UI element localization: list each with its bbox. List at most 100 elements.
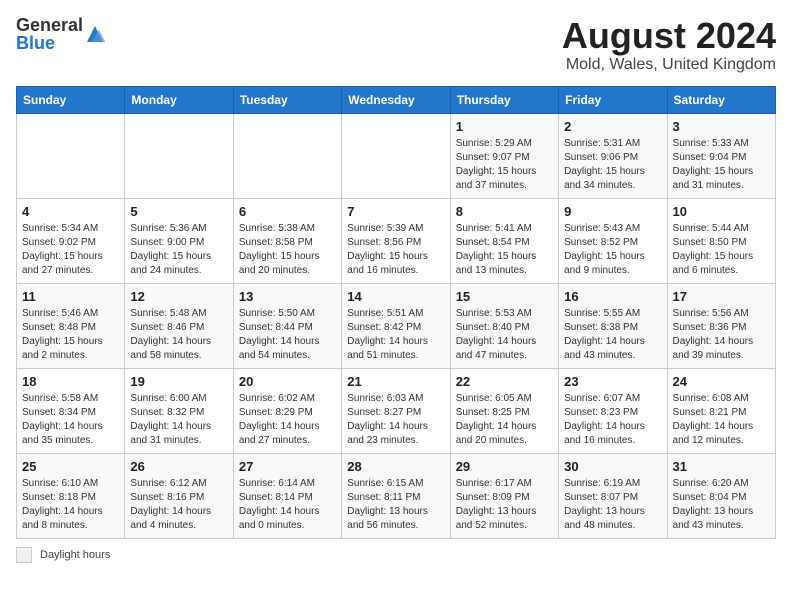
day-number: 24 [673, 374, 770, 389]
calendar-cell: 20 Sunrise: 6:02 AM Sunset: 8:29 PM Dayli… [233, 368, 341, 453]
day-number: 3 [673, 119, 770, 134]
calendar-cell: 28 Sunrise: 6:15 AM Sunset: 8:11 PM Dayli… [342, 453, 450, 538]
logo: General Blue [16, 16, 107, 52]
day-number: 25 [22, 459, 119, 474]
day-info: Sunrise: 5:56 AM Sunset: 8:36 PM Dayligh… [673, 307, 770, 363]
calendar-cell [125, 113, 233, 198]
legend-box [16, 547, 32, 563]
day-number: 31 [673, 459, 770, 474]
day-info: Sunrise: 6:05 AM Sunset: 8:25 PM Dayligh… [456, 392, 553, 448]
logo-icon [83, 22, 107, 46]
calendar-cell: 12 Sunrise: 5:48 AM Sunset: 8:46 PM Dayli… [125, 283, 233, 368]
day-number: 20 [239, 374, 336, 389]
calendar-cell: 7 Sunrise: 5:39 AM Sunset: 8:56 PM Daylig… [342, 198, 450, 283]
day-info: Sunrise: 5:58 AM Sunset: 8:34 PM Dayligh… [22, 392, 119, 448]
calendar-cell: 13Sunrise: 5:50 AM Sunset: 8:44 PM Dayli… [233, 283, 341, 368]
day-number: 29 [456, 459, 553, 474]
week-row-1: 1Sunrise: 5:29 AM Sunset: 9:07 PM Daylig… [17, 113, 776, 198]
day-number: 28 [347, 459, 444, 474]
day-number: 9 [564, 204, 661, 219]
calendar-cell: 24 Sunrise: 6:08 AM Sunset: 8:21 PM Dayli… [667, 368, 775, 453]
day-number: 6 [239, 204, 336, 219]
day-number: 18 [22, 374, 119, 389]
day-info: Sunrise: 5:53 AM Sunset: 8:40 PM Dayligh… [456, 307, 553, 363]
day-number: 21 [347, 374, 444, 389]
calendar-cell: 3 Sunrise: 5:33 AM Sunset: 9:04 PM Daylig… [667, 113, 775, 198]
day-number: 7 [347, 204, 444, 219]
week-row-2: 4Sunrise: 5:34 AM Sunset: 9:02 PM Daylig… [17, 198, 776, 283]
subtitle: Mold, Wales, United Kingdom [562, 56, 776, 74]
header-cell-sunday: Sunday [17, 86, 125, 113]
header-cell-tuesday: Tuesday [233, 86, 341, 113]
calendar-cell [342, 113, 450, 198]
calendar-cell [233, 113, 341, 198]
calendar-cell: 25 Sunrise: 6:10 AM Sunset: 8:18 PM Dayli… [17, 453, 125, 538]
day-number: 17 [673, 289, 770, 304]
day-number: 8 [456, 204, 553, 219]
day-info: Sunrise: 5:31 AM Sunset: 9:06 PM Dayligh… [564, 137, 661, 193]
day-info: Sunrise: 5:36 AM Sunset: 9:00 PM Dayligh… [130, 222, 227, 278]
logo-blue: Blue [16, 34, 83, 52]
calendar-cell: 23 Sunrise: 6:07 AM Sunset: 8:23 PM Dayli… [559, 368, 667, 453]
calendar-cell: 11Sunrise: 5:46 AM Sunset: 8:48 PM Dayli… [17, 283, 125, 368]
header-cell-friday: Friday [559, 86, 667, 113]
day-number: 16 [564, 289, 661, 304]
day-number: 10 [673, 204, 770, 219]
day-info: Sunrise: 5:33 AM Sunset: 9:04 PM Dayligh… [673, 137, 770, 193]
header-cell-wednesday: Wednesday [342, 86, 450, 113]
day-number: 15 [456, 289, 553, 304]
calendar-cell: 14 Sunrise: 5:51 AM Sunset: 8:42 PM Dayli… [342, 283, 450, 368]
calendar-cell: 10 Sunrise: 5:44 AM Sunset: 8:50 PM Dayli… [667, 198, 775, 283]
calendar-cell: 5 Sunrise: 5:36 AM Sunset: 9:00 PM Daylig… [125, 198, 233, 283]
day-info: Sunrise: 6:07 AM Sunset: 8:23 PM Dayligh… [564, 392, 661, 448]
calendar-header: SundayMondayTuesdayWednesdayThursdayFrid… [17, 86, 776, 113]
calendar-cell: 9 Sunrise: 5:43 AM Sunset: 8:52 PM Daylig… [559, 198, 667, 283]
calendar-cell: 31Sunrise: 6:20 AM Sunset: 8:04 PM Dayli… [667, 453, 775, 538]
header-cell-saturday: Saturday [667, 86, 775, 113]
day-number: 14 [347, 289, 444, 304]
calendar-cell: 30Sunrise: 6:19 AM Sunset: 8:07 PM Dayli… [559, 453, 667, 538]
day-number: 2 [564, 119, 661, 134]
day-number: 12 [130, 289, 227, 304]
day-info: Sunrise: 5:41 AM Sunset: 8:54 PM Dayligh… [456, 222, 553, 278]
day-number: 11 [22, 289, 119, 304]
day-info: Sunrise: 6:03 AM Sunset: 8:27 PM Dayligh… [347, 392, 444, 448]
day-info: Sunrise: 6:14 AM Sunset: 8:14 PM Dayligh… [239, 477, 336, 533]
day-info: Sunrise: 6:08 AM Sunset: 8:21 PM Dayligh… [673, 392, 770, 448]
calendar-cell: 26Sunrise: 6:12 AM Sunset: 8:16 PM Dayli… [125, 453, 233, 538]
calendar-cell: 1Sunrise: 5:29 AM Sunset: 9:07 PM Daylig… [450, 113, 558, 198]
calendar-cell: 6 Sunrise: 5:38 AM Sunset: 8:58 PM Daylig… [233, 198, 341, 283]
legend-label: Daylight hours [40, 549, 110, 561]
header-cell-monday: Monday [125, 86, 233, 113]
day-number: 23 [564, 374, 661, 389]
day-number: 4 [22, 204, 119, 219]
calendar-cell: 19Sunrise: 6:00 AM Sunset: 8:32 PM Dayli… [125, 368, 233, 453]
header-row: SundayMondayTuesdayWednesdayThursdayFrid… [17, 86, 776, 113]
day-number: 30 [564, 459, 661, 474]
calendar-cell: 2 Sunrise: 5:31 AM Sunset: 9:06 PM Daylig… [559, 113, 667, 198]
calendar-cell: 17 Sunrise: 5:56 AM Sunset: 8:36 PM Dayli… [667, 283, 775, 368]
day-info: Sunrise: 5:44 AM Sunset: 8:50 PM Dayligh… [673, 222, 770, 278]
day-info: Sunrise: 6:10 AM Sunset: 8:18 PM Dayligh… [22, 477, 119, 533]
calendar-body: 1Sunrise: 5:29 AM Sunset: 9:07 PM Daylig… [17, 113, 776, 538]
logo-general: General [16, 16, 83, 34]
day-number: 5 [130, 204, 227, 219]
day-info: Sunrise: 6:17 AM Sunset: 8:09 PM Dayligh… [456, 477, 553, 533]
day-info: Sunrise: 5:39 AM Sunset: 8:56 PM Dayligh… [347, 222, 444, 278]
day-number: 13 [239, 289, 336, 304]
day-info: Sunrise: 5:51 AM Sunset: 8:42 PM Dayligh… [347, 307, 444, 363]
day-info: Sunrise: 5:29 AM Sunset: 9:07 PM Dayligh… [456, 137, 553, 193]
calendar-cell: 16 Sunrise: 5:55 AM Sunset: 8:38 PM Dayli… [559, 283, 667, 368]
day-info: Sunrise: 6:15 AM Sunset: 8:11 PM Dayligh… [347, 477, 444, 533]
day-info: Sunrise: 5:43 AM Sunset: 8:52 PM Dayligh… [564, 222, 661, 278]
calendar-cell: 8 Sunrise: 5:41 AM Sunset: 8:54 PM Daylig… [450, 198, 558, 283]
day-info: Sunrise: 5:55 AM Sunset: 8:38 PM Dayligh… [564, 307, 661, 363]
calendar-cell: 21 Sunrise: 6:03 AM Sunset: 8:27 PM Dayli… [342, 368, 450, 453]
day-number: 26 [130, 459, 227, 474]
calendar-cell: 15 Sunrise: 5:53 AM Sunset: 8:40 PM Dayli… [450, 283, 558, 368]
day-info: Sunrise: 5:48 AM Sunset: 8:46 PM Dayligh… [130, 307, 227, 363]
day-info: Sunrise: 6:02 AM Sunset: 8:29 PM Dayligh… [239, 392, 336, 448]
day-info: Sunrise: 5:38 AM Sunset: 8:58 PM Dayligh… [239, 222, 336, 278]
main-title: August 2024 [562, 16, 776, 56]
calendar-cell: 22Sunrise: 6:05 AM Sunset: 8:25 PM Dayli… [450, 368, 558, 453]
